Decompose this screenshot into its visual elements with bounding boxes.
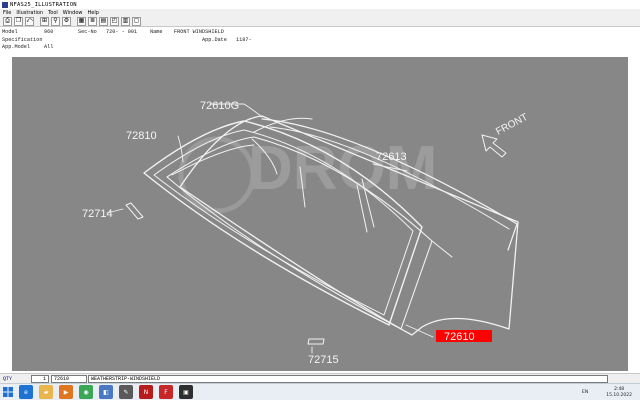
list-icon[interactable]: ≣: [88, 16, 97, 26]
copy-icon[interactable]: ❐: [14, 16, 23, 26]
appdate-value: 1187-: [236, 37, 252, 43]
frame-icon[interactable]: ▢: [132, 16, 141, 26]
part-number-field[interactable]: 72610: [51, 374, 87, 383]
search-icon[interactable]: ⚲: [51, 16, 60, 26]
front-arrow: [481, 134, 507, 158]
windshield-illustration: DROM 72610G 72810 72613 72714 72715 FRON…: [82, 100, 530, 366]
folder-icon[interactable]: ▰: [39, 385, 53, 399]
illustration-canvas[interactable]: DROM 72610G 72810 72613 72714 72715 FRON…: [12, 57, 628, 371]
table-icon[interactable]: ▥: [121, 16, 130, 26]
grid-icon[interactable]: ▦: [77, 16, 86, 26]
menu-illustration[interactable]: Illustration: [16, 10, 43, 16]
title-bar: NFAS25_ILLUSTRATION: [0, 0, 640, 9]
menu-bar: File Illustration Tool Window Help: [0, 9, 640, 16]
zoom-fit-icon[interactable]: ⊞: [40, 16, 49, 26]
taskbar: e ▰ ▶ ◉ ◧ ✎ N F ▣ EN 2:48 15.10.2022: [0, 383, 640, 400]
tiles-icon[interactable]: ▤: [99, 16, 108, 26]
label-72715[interactable]: 72715: [308, 354, 339, 366]
app-icon: [2, 1, 8, 8]
label-72610[interactable]: 72610: [444, 331, 475, 343]
label-72810[interactable]: 72810: [126, 130, 157, 142]
toolbar: ⎙ ❐ ⤺ ⊞ ⚲ ⚙ ▦ ≣ ▤ ◰ ▥ ▢: [0, 16, 640, 27]
part-description-field[interactable]: WEATHERSTRIP-WINDSHIELD: [88, 374, 608, 383]
nissan-icon[interactable]: N: [139, 385, 153, 399]
part-number: 72610: [54, 375, 70, 382]
model-value: 960: [44, 29, 54, 35]
window-title: NFAS25_ILLUSTRATION: [10, 1, 77, 8]
model-label: Model: [2, 29, 18, 35]
chrome-icon[interactable]: ◉: [79, 385, 93, 399]
clip-72714: [125, 202, 144, 220]
label-front: FRONT: [494, 112, 530, 138]
menu-tool[interactable]: Tool: [48, 10, 58, 16]
sec-label: Sec-No: [78, 29, 97, 35]
menu-window[interactable]: Window: [63, 10, 83, 16]
fast-icon[interactable]: F: [159, 385, 173, 399]
clock-date: 15.10.2022: [606, 392, 632, 398]
part-info-header: Model 960 Sec-No 720- - 001 Name FRONT W…: [0, 27, 640, 51]
qty-label: QTY: [3, 375, 13, 382]
menu-file[interactable]: File: [3, 10, 11, 16]
clip-72715: [307, 338, 325, 345]
language-indicator[interactable]: EN: [582, 390, 588, 395]
system-tray: EN 2:48 15.10.2022: [582, 384, 636, 400]
print-icon[interactable]: ⎙: [3, 16, 12, 26]
back-icon[interactable]: ⤺: [25, 16, 34, 26]
appmodel-label: App.Model: [2, 44, 31, 50]
qty-field[interactable]: 1: [31, 374, 49, 383]
viewer-icon[interactable]: ◧: [99, 385, 113, 399]
menu-help[interactable]: Help: [88, 10, 99, 16]
spec-label: Specification: [2, 37, 43, 43]
settings-icon[interactable]: ⚙: [62, 16, 71, 26]
label-72610g[interactable]: 72610G: [200, 100, 239, 112]
start-button[interactable]: [0, 384, 16, 400]
label-72714[interactable]: 72714: [82, 208, 113, 220]
terminal-icon[interactable]: ▣: [179, 385, 193, 399]
windows-icon: [3, 387, 13, 397]
ie-icon[interactable]: e: [19, 385, 33, 399]
name-value: FRONT WINDSHIELD: [174, 29, 224, 35]
qty-value: 1: [42, 375, 46, 382]
diagram-icon[interactable]: ◰: [110, 16, 119, 26]
media-icon[interactable]: ▶: [59, 385, 73, 399]
sec-value: 720- - 001: [106, 29, 138, 35]
part-description: WEATHERSTRIP-WINDSHIELD: [91, 375, 161, 382]
label-72613[interactable]: 72613: [376, 151, 407, 163]
clock[interactable]: 2:48 15.10.2022: [606, 387, 632, 398]
appmodel-value: All: [44, 44, 54, 50]
name-label: Name: [150, 29, 163, 35]
appdate-label: App.Date: [202, 37, 227, 43]
part-status-bar: QTY 1 72610 WEATHERSTRIP-WINDSHIELD: [0, 373, 640, 383]
tool-icon[interactable]: ✎: [119, 385, 133, 399]
